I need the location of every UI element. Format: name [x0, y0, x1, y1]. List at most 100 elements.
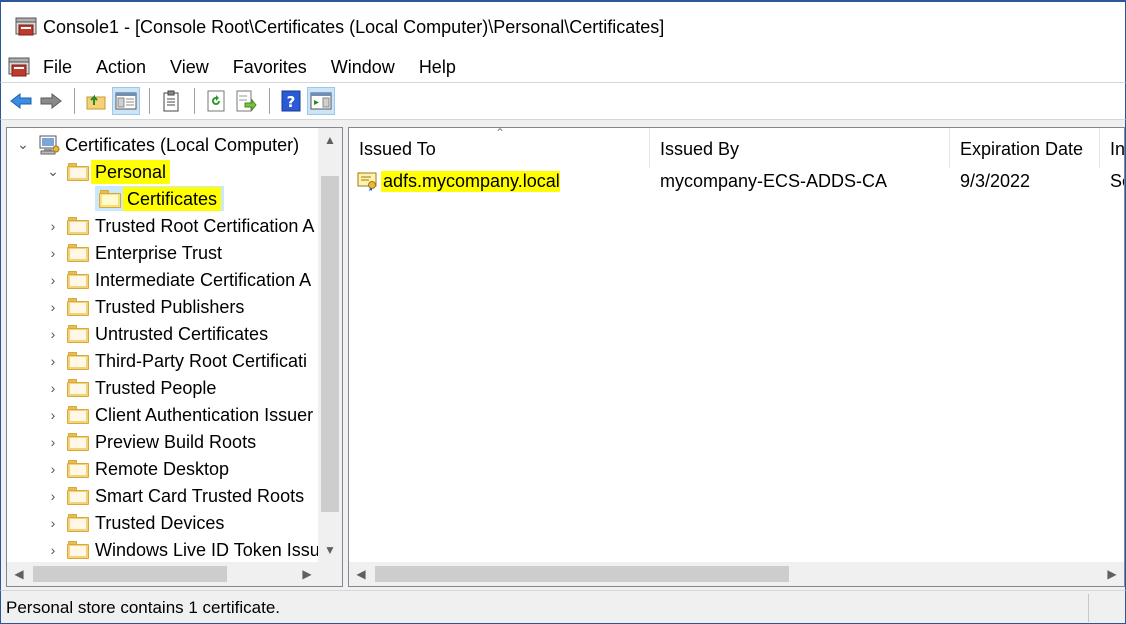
chevron-down-icon[interactable]: ⌄	[15, 136, 31, 153]
tree-item-label: Smart Card Trusted Roots	[95, 485, 305, 506]
scroll-thumb[interactable]	[375, 566, 789, 582]
issued-to-value: adfs.mycompany.local	[381, 170, 560, 192]
tree-item-label: Certificates (Local Computer)	[65, 134, 300, 155]
folder-icon	[67, 297, 89, 316]
chevron-right-icon[interactable]: ›	[45, 380, 61, 396]
show-hide-action-pane-button[interactable]	[307, 87, 335, 115]
chevron-right-icon[interactable]: ›	[45, 245, 61, 261]
tree-item-third-party-root[interactable]: › Third-Party Root Certificati	[45, 347, 311, 374]
tree-item-trusted-people[interactable]: › Trusted People	[45, 374, 220, 401]
tree-item-personal[interactable]: ⌄ Personal	[45, 158, 171, 185]
window-title: Console1 - [Console Root\Certificates (L…	[43, 16, 665, 37]
chevron-right-icon[interactable]: ›	[45, 461, 61, 477]
forward-button[interactable]	[37, 87, 65, 115]
chevron-right-icon[interactable]: ›	[45, 515, 61, 531]
mmc-app-icon	[15, 16, 37, 38]
scroll-up-icon[interactable]: ▲	[318, 128, 342, 152]
expiration-value: 9/3/2022	[960, 170, 1031, 191]
chevron-right-icon[interactable]: ›	[45, 353, 61, 369]
column-intended-purposes[interactable]: In	[1100, 128, 1124, 168]
folder-icon	[67, 324, 89, 343]
computer-certificates-icon	[37, 134, 61, 156]
tree-item-enterprise-trust[interactable]: › Enterprise Trust	[45, 239, 226, 266]
menu-file[interactable]: File	[31, 52, 84, 82]
tree-item-smart-card[interactable]: › Smart Card Trusted Roots	[45, 482, 308, 509]
tree-item-preview-build[interactable]: › Preview Build Roots	[45, 428, 260, 455]
issued-by-value: mycompany-ECS-ADDS-CA	[660, 170, 888, 191]
sort-ascending-icon: ⌃	[495, 128, 506, 140]
tree-item-label: Trusted Publishers	[95, 296, 245, 317]
tree-item-label: Remote Desktop	[95, 458, 230, 479]
chevron-right-icon[interactable]: ›	[45, 272, 61, 288]
up-one-level-button[interactable]	[82, 87, 110, 115]
show-action-pane-icon	[310, 92, 332, 110]
system-menu-icon[interactable]	[7, 56, 31, 78]
help-button[interactable]: ?	[277, 87, 305, 115]
chevron-right-icon[interactable]: ›	[45, 407, 61, 423]
table-row[interactable]: adfs.mycompany.local mycompany-ECS-ADDS-…	[349, 168, 1124, 194]
tree-item-root[interactable]: ⌄ Certificates (Local Computer)	[15, 131, 303, 158]
folder-icon	[67, 243, 89, 262]
tree-item-trusted-root[interactable]: › Trusted Root Certification A	[45, 212, 318, 239]
properties-button[interactable]	[157, 87, 185, 115]
toolbar-separator	[194, 88, 195, 114]
column-label: Issued To	[359, 139, 436, 159]
folder-icon	[67, 216, 89, 235]
show-hide-console-tree-button[interactable]	[112, 87, 140, 115]
chevron-down-icon[interactable]: ⌄	[45, 163, 61, 180]
menu-view[interactable]: View	[158, 52, 221, 82]
column-expiration-date[interactable]: Expiration Date	[950, 128, 1100, 168]
tree-item-label: Preview Build Roots	[95, 431, 257, 452]
certificate-list[interactable]: ⌃ Issued To Issued By Expiration Date In…	[348, 127, 1125, 587]
tree-item-certificates[interactable]: Certificates	[95, 185, 225, 212]
tree-item-label: Client Authentication Issuer	[95, 404, 314, 425]
tree-item-label: Trusted People	[95, 377, 217, 398]
tree-item-trusted-publishers[interactable]: › Trusted Publishers	[45, 293, 248, 320]
menu-help[interactable]: Help	[407, 52, 468, 82]
menu-window[interactable]: Window	[319, 52, 407, 82]
console-tree[interactable]: ⌄ Certificates (Local Computer) ⌄ Person…	[6, 127, 343, 587]
scroll-left-icon[interactable]: ◀	[349, 562, 373, 586]
folder-icon	[67, 378, 89, 397]
tree-item-windows-live-id[interactable]: › Windows Live ID Token Issu	[45, 536, 324, 563]
scroll-left-icon[interactable]: ◀	[7, 562, 31, 586]
tree-item-remote-desktop[interactable]: › Remote Desktop	[45, 455, 233, 482]
menu-bar: File Action View Favorites Window Help	[0, 52, 1126, 82]
list-horizontal-scrollbar[interactable]: ◀ ▶	[349, 562, 1124, 586]
tree-item-intermediate[interactable]: › Intermediate Certification A	[45, 266, 315, 293]
back-button[interactable]	[7, 87, 35, 115]
chevron-right-icon[interactable]: ›	[45, 326, 61, 342]
help-icon: ?	[281, 90, 301, 112]
scroll-down-icon[interactable]: ▼	[318, 538, 342, 562]
tree-vertical-scrollbar[interactable]: ▲ ▼	[318, 128, 342, 562]
chevron-right-icon[interactable]: ›	[45, 434, 61, 450]
certificate-icon	[357, 171, 379, 191]
tree-item-untrusted[interactable]: › Untrusted Certificates	[45, 320, 272, 347]
scroll-thumb[interactable]	[321, 176, 339, 512]
column-issued-to[interactable]: ⌃ Issued To	[349, 128, 650, 168]
chevron-right-icon[interactable]: ›	[45, 542, 61, 558]
chevron-right-icon[interactable]: ›	[45, 488, 61, 504]
column-issued-by[interactable]: Issued By	[650, 128, 950, 168]
tree-item-client-auth[interactable]: › Client Authentication Issuer	[45, 401, 317, 428]
scroll-right-icon[interactable]: ▶	[1100, 562, 1124, 586]
status-bar: Personal store contains 1 certificate.	[0, 590, 1126, 624]
chevron-right-icon[interactable]: ›	[45, 218, 61, 234]
menu-favorites[interactable]: Favorites	[221, 52, 319, 82]
export-list-button[interactable]	[232, 87, 260, 115]
export-list-icon	[236, 90, 257, 112]
tree-item-trusted-devices[interactable]: › Trusted Devices	[45, 509, 228, 536]
menu-action[interactable]: Action	[84, 52, 158, 82]
tree-horizontal-scrollbar[interactable]: ◀ ▶	[7, 562, 319, 586]
tree-item-label: Third-Party Root Certificati	[95, 350, 308, 371]
tree-item-label: Certificates	[123, 186, 222, 211]
tree-item-label: Trusted Devices	[95, 512, 225, 533]
toolbar-separator	[74, 88, 75, 114]
svg-text:?: ?	[287, 93, 296, 111]
show-hide-tree-icon	[115, 92, 137, 110]
folder-icon	[67, 513, 89, 532]
scroll-thumb[interactable]	[33, 566, 227, 582]
refresh-button[interactable]	[202, 87, 230, 115]
scroll-right-icon[interactable]: ▶	[295, 562, 319, 586]
chevron-right-icon[interactable]: ›	[45, 299, 61, 315]
